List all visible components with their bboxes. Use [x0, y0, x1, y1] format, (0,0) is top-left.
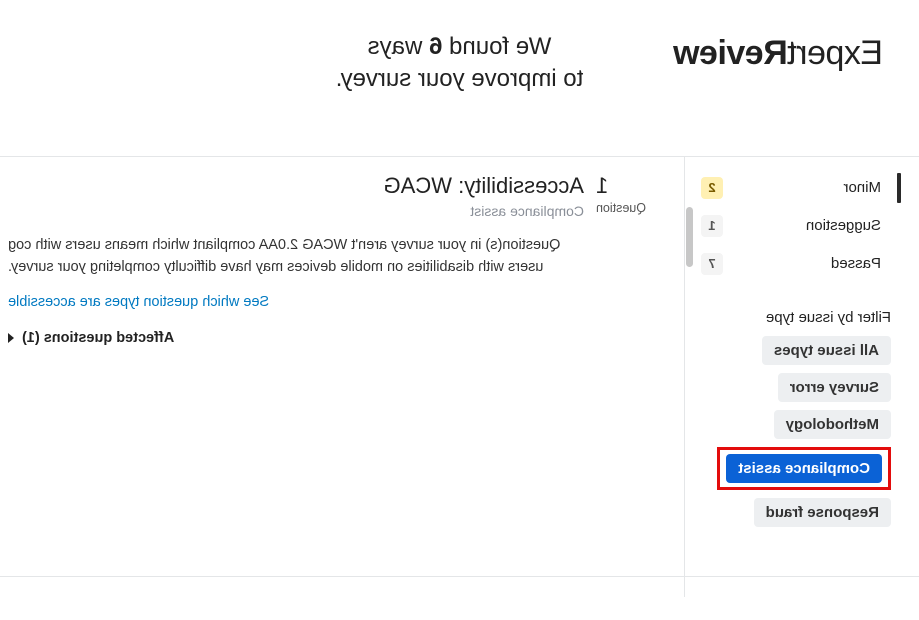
vertical-divider: [684, 157, 685, 597]
question-word: Question: [596, 201, 660, 215]
sidebar: Minor 2 Suggestion 1 Passed 7 Filter by …: [685, 157, 919, 597]
question-number: 1: [596, 175, 660, 197]
issue-type-all[interactable]: All issue types: [762, 336, 891, 365]
brand-light: Expert: [788, 34, 883, 72]
issue-type-list: All issue types Survey error Methodology…: [701, 336, 891, 527]
issue-type-response-fraud[interactable]: Response fraud: [754, 498, 891, 527]
affected-label: Affected questions (1): [22, 330, 174, 346]
severity-label: Passed: [831, 255, 881, 272]
chevron-left-icon: [8, 333, 14, 343]
severity-count-badge: 2: [701, 177, 723, 199]
highlight-box: Compliance assist: [717, 447, 891, 490]
severity-label: Suggestion: [806, 217, 881, 234]
content-panel: 1 Question Accessibility: WCAG Complianc…: [0, 157, 684, 597]
tagline-count: 6: [429, 33, 442, 60]
bottom-divider: [0, 576, 919, 577]
issue-body: Question(s) in your survey aren't WCAG 2…: [8, 235, 584, 279]
scrollbar-thumb[interactable]: [686, 207, 693, 267]
tagline-prefix: We found: [442, 33, 551, 60]
tagline-line2: to improve your survey.: [336, 65, 584, 92]
severity-minor[interactable]: Minor 2: [701, 169, 891, 207]
severity-count-badge: 7: [701, 253, 723, 275]
issue-title: Accessibility: WCAG: [8, 173, 584, 199]
issue-type-methodology[interactable]: Methodology: [774, 410, 891, 439]
severity-passed[interactable]: Passed 7: [701, 245, 891, 283]
severity-label: Minor: [843, 179, 881, 196]
body: Minor 2 Suggestion 1 Passed 7 Filter by …: [0, 157, 919, 597]
brand-bold: Review: [674, 34, 788, 72]
affected-questions-toggle[interactable]: Affected questions (1): [8, 330, 584, 346]
severity-count-badge: 1: [701, 215, 723, 237]
filter-heading: Filter by issue type: [701, 309, 891, 326]
issue-type-compliance-assist[interactable]: Compliance assist: [726, 454, 882, 483]
detail-column: Accessibility: WCAG Compliance assist Qu…: [0, 173, 584, 581]
severity-suggestion[interactable]: Suggestion 1: [701, 207, 891, 245]
issue-subtitle: Compliance assist: [8, 203, 584, 219]
tagline-suffix: ways: [368, 33, 429, 60]
issue-type-survey-error[interactable]: Survey error: [778, 373, 891, 402]
severity-list: Minor 2 Suggestion 1 Passed 7: [701, 169, 891, 283]
header: ExpertReview We found 6 ways to improve …: [0, 0, 919, 120]
question-count-column: 1 Question: [584, 173, 660, 581]
accessible-types-link[interactable]: See which question types are accessible: [8, 294, 584, 310]
